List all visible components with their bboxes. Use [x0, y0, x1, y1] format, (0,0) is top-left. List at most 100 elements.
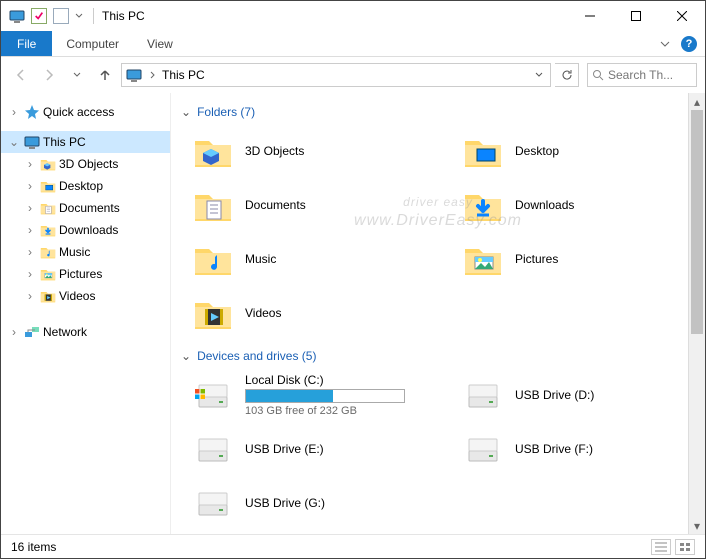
- folder-tile-desktop[interactable]: Desktop: [461, 125, 705, 177]
- drive-icon: [193, 429, 233, 469]
- cube-icon: [193, 131, 233, 171]
- close-button[interactable]: [659, 1, 705, 31]
- view-switcher: [651, 539, 695, 555]
- expand-icon[interactable]: ›: [23, 223, 37, 237]
- search-placeholder: Search Th...: [608, 68, 673, 82]
- chevron-right-icon[interactable]: [148, 69, 156, 81]
- qat-dropdown-icon[interactable]: [75, 10, 83, 22]
- sidebar-item-downloads[interactable]: › Downloads: [1, 219, 170, 241]
- expand-icon[interactable]: ›: [23, 157, 37, 171]
- address-bar[interactable]: This PC: [121, 63, 551, 87]
- folder-tile-music[interactable]: Music: [191, 233, 441, 285]
- scroll-thumb[interactable]: [691, 110, 703, 334]
- sidebar-item-label: 3D Objects: [59, 157, 118, 171]
- ribbon: File Computer View ?: [1, 31, 705, 57]
- music-icon: [193, 239, 233, 279]
- pc-icon: [9, 8, 25, 24]
- scroll-up-icon[interactable]: ▴: [689, 93, 705, 110]
- up-button[interactable]: [93, 63, 117, 87]
- sidebar-item-quick-access[interactable]: › Quick access: [1, 101, 170, 123]
- sidebar-item-this-pc[interactable]: ⌄ This PC: [1, 131, 170, 153]
- collapse-icon[interactable]: ⌄: [181, 105, 191, 119]
- folder-tile-cube[interactable]: 3D Objects: [191, 125, 441, 177]
- file-tab[interactable]: File: [1, 31, 52, 56]
- tile-label: USB Drive (D:): [515, 388, 594, 402]
- section-title: Folders (7): [197, 105, 255, 119]
- scrollbar[interactable]: ▴ ▾: [688, 93, 705, 534]
- sidebar-item-music[interactable]: › Music: [1, 241, 170, 263]
- drive-free-text: 103 GB free of 232 GB: [245, 405, 405, 417]
- large-icons-view-button[interactable]: [675, 539, 695, 555]
- sidebar-item-label: This PC: [43, 135, 86, 149]
- address-history-dropdown[interactable]: [530, 70, 548, 80]
- videos-icon: [40, 288, 56, 304]
- sidebar-item-label: Pictures: [59, 267, 102, 281]
- desktop-icon: [40, 178, 56, 194]
- sidebar-item-label: Desktop: [59, 179, 103, 193]
- section-header-drives[interactable]: ⌄ Devices and drives (5): [181, 349, 697, 363]
- content-area: › Quick access ⌄ This PC › 3D Objects › …: [1, 93, 705, 534]
- maximize-button[interactable]: [613, 1, 659, 31]
- collapse-icon[interactable]: ⌄: [7, 135, 21, 149]
- scroll-down-icon[interactable]: ▾: [689, 517, 705, 534]
- sidebar-item-documents[interactable]: › Documents: [1, 197, 170, 219]
- drive-tile[interactable]: USB Drive (G:): [191, 477, 441, 529]
- refresh-button[interactable]: [555, 63, 579, 87]
- qat-newfolder-button[interactable]: [53, 8, 69, 24]
- navigation-pane: › Quick access ⌄ This PC › 3D Objects › …: [1, 93, 171, 534]
- expand-icon[interactable]: ›: [7, 325, 21, 339]
- ribbon-collapse-icon[interactable]: [659, 38, 671, 50]
- expand-icon[interactable]: ›: [23, 245, 37, 259]
- folder-tile-videos[interactable]: Videos: [191, 287, 441, 339]
- tile-label: USB Drive (G:): [245, 496, 325, 510]
- sidebar-item-pictures[interactable]: › Pictures: [1, 263, 170, 285]
- section-title: Devices and drives (5): [197, 349, 316, 363]
- search-icon: [592, 69, 604, 81]
- sidebar-item-label: Documents: [59, 201, 120, 215]
- tile-label: USB Drive (F:): [515, 442, 593, 456]
- folder-tile-pictures[interactable]: Pictures: [461, 233, 705, 285]
- expand-icon[interactable]: ›: [23, 289, 37, 303]
- sidebar-item-network[interactable]: › Network: [1, 321, 170, 343]
- drive-tile[interactable]: USB Drive (F:): [461, 423, 705, 475]
- navigation-bar: This PC Search Th...: [1, 57, 705, 93]
- main-pane: driver easy www.DriverEasy.com ⌄ Folders…: [171, 93, 705, 534]
- status-count: 16 items: [11, 540, 56, 554]
- search-box[interactable]: Search Th...: [587, 63, 697, 87]
- sidebar-item-videos[interactable]: › Videos: [1, 285, 170, 307]
- tile-label: Videos: [245, 306, 281, 320]
- videos-icon: [193, 293, 233, 333]
- folder-tile-documents[interactable]: Documents: [191, 179, 441, 231]
- expand-icon[interactable]: ›: [23, 267, 37, 281]
- details-view-button[interactable]: [651, 539, 671, 555]
- folder-tile-downloads[interactable]: Downloads: [461, 179, 705, 231]
- music-icon: [40, 244, 56, 260]
- drive-tile[interactable]: USB Drive (E:): [191, 423, 441, 475]
- help-button[interactable]: ?: [681, 36, 697, 52]
- collapse-icon[interactable]: ⌄: [181, 349, 191, 363]
- tab-computer[interactable]: Computer: [52, 31, 133, 56]
- documents-icon: [193, 185, 233, 225]
- window-controls: [567, 1, 705, 31]
- sidebar-item-cube[interactable]: › 3D Objects: [1, 153, 170, 175]
- forward-button[interactable]: [37, 63, 61, 87]
- tile-label: 3D Objects: [245, 144, 304, 158]
- tile-label: Pictures: [515, 252, 558, 266]
- sidebar-item-desktop[interactable]: › Desktop: [1, 175, 170, 197]
- back-button[interactable]: [9, 63, 33, 87]
- expand-icon[interactable]: ›: [7, 105, 21, 119]
- star-icon: [24, 104, 40, 120]
- expand-icon[interactable]: ›: [23, 201, 37, 215]
- tile-label: Local Disk (C:): [245, 373, 405, 387]
- os-drive-icon: [193, 375, 233, 415]
- drive-tile[interactable]: Local Disk (C:) 103 GB free of 232 GB: [191, 369, 441, 421]
- section-header-folders[interactable]: ⌄ Folders (7): [181, 105, 697, 119]
- qat-properties-button[interactable]: [31, 8, 47, 24]
- desktop-icon: [463, 131, 503, 171]
- sidebar-item-label: Music: [59, 245, 90, 259]
- drive-tile[interactable]: USB Drive (D:): [461, 369, 705, 421]
- expand-icon[interactable]: ›: [23, 179, 37, 193]
- minimize-button[interactable]: [567, 1, 613, 31]
- tab-view[interactable]: View: [133, 31, 187, 56]
- recent-dropdown[interactable]: [65, 63, 89, 87]
